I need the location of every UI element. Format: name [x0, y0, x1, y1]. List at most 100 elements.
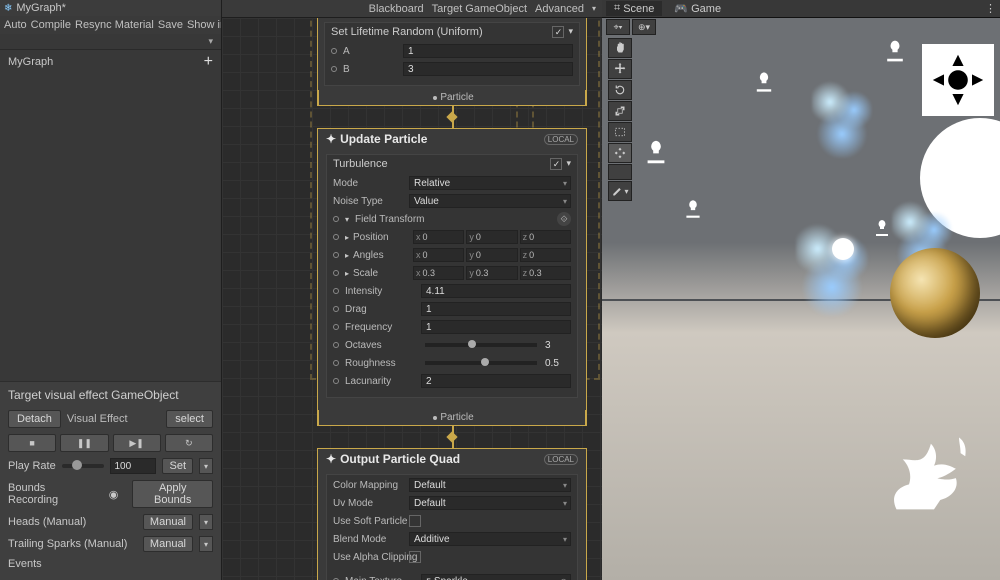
bounds-mode-1-dd[interactable]: ▾	[199, 536, 213, 552]
port[interactable]	[333, 360, 339, 366]
rotate-tool[interactable]	[608, 80, 632, 100]
octaves-value[interactable]: 3	[545, 340, 571, 351]
reflection-probe-gizmo[interactable]	[920, 118, 1000, 238]
port[interactable]	[333, 324, 339, 330]
menu-compile[interactable]: Compile	[31, 19, 71, 31]
frequency-field[interactable]: 1	[421, 320, 571, 334]
set-dropdown[interactable]: ▾	[199, 458, 213, 474]
soft-particle-checkbox[interactable]	[409, 515, 421, 527]
port[interactable]	[333, 270, 339, 276]
add-button[interactable]: +	[204, 53, 213, 71]
main-texture-field[interactable]: ꜰSparkle⊙	[421, 574, 571, 580]
node1-title: ✦ Update Particle	[326, 132, 427, 146]
stop-button[interactable]: ■	[8, 434, 56, 452]
menu-save[interactable]: Save	[158, 19, 183, 31]
node-update-particle[interactable]: ✦ Update Particle LOCAL Turbulence ✓▾ Mo…	[317, 128, 587, 426]
lamp-gizmo[interactable]	[884, 430, 984, 520]
graph-name-row[interactable]: MyGraph +	[0, 50, 221, 74]
port[interactable]	[333, 342, 339, 348]
tab-game[interactable]: 🎮Game	[666, 1, 729, 16]
port[interactable]	[333, 234, 339, 240]
menu-resync[interactable]: Resync Material	[75, 19, 154, 31]
window-title: MyGraph*	[16, 2, 66, 14]
detach-button[interactable]: Detach	[8, 410, 61, 428]
chevron-down-icon[interactable]: ▾	[208, 36, 213, 47]
port[interactable]	[331, 66, 337, 72]
scene-render[interactable]	[602, 18, 1000, 580]
bounds-mode-1[interactable]: Manual	[143, 536, 193, 552]
roughness-value[interactable]: 0.5	[545, 358, 571, 369]
custom-tool[interactable]: ▾	[608, 181, 632, 201]
step-button[interactable]: ▶❚	[113, 434, 161, 452]
uv-mode-dropdown[interactable]: Default▾	[409, 496, 571, 510]
light-gizmo[interactable]	[682, 198, 704, 223]
prop-a-value[interactable]: 1	[403, 44, 573, 58]
orientation-gizmo[interactable]	[922, 44, 994, 116]
apply-bounds-button[interactable]: Apply Bounds	[132, 480, 213, 508]
port[interactable]	[333, 378, 339, 384]
port[interactable]	[333, 306, 339, 312]
light-gizmo[interactable]	[872, 218, 892, 241]
light-gizmo[interactable]	[642, 138, 670, 169]
port[interactable]	[333, 252, 339, 258]
view-tabs: ⌗Scene 🎮Game ⋮	[602, 0, 1000, 18]
rect-tool[interactable]	[608, 122, 632, 142]
drag-field[interactable]: 1	[421, 302, 571, 316]
port[interactable]	[333, 288, 339, 294]
scale-tool[interactable]	[608, 101, 632, 121]
play-rate-slider[interactable]	[62, 464, 105, 468]
pivot-toggle[interactable]: ⌖▾	[606, 19, 630, 35]
bounds-mode-0-dd[interactable]: ▾	[199, 514, 213, 530]
window-title-bar: ❄ MyGraph*	[0, 0, 221, 16]
connector-0-1	[317, 106, 587, 128]
roughness-slider[interactable]	[425, 361, 537, 365]
prop-b-value[interactable]: 3	[403, 62, 573, 76]
gold-sphere-object[interactable]	[890, 248, 980, 338]
menu-blackboard[interactable]: Blackboard	[369, 3, 424, 15]
lacunarity-field[interactable]: 2	[421, 374, 571, 388]
record-button[interactable]: ◉	[109, 488, 127, 501]
turbulence-enable-checkbox[interactable]: ✓	[550, 158, 562, 170]
tab-scene[interactable]: ⌗Scene	[606, 1, 662, 16]
light-gizmo[interactable]	[882, 38, 908, 67]
transform-tool[interactable]	[608, 143, 632, 163]
bounds-item-0: Heads (Manual)	[8, 516, 86, 528]
chevron-down-icon[interactable]: ▾	[568, 26, 573, 38]
pause-button[interactable]: ❚❚	[60, 434, 108, 452]
sphere-gizmo[interactable]	[832, 238, 854, 260]
menu-target-go[interactable]: Target GameObject	[432, 3, 527, 15]
alpha-clipping-checkbox[interactable]	[409, 551, 421, 563]
prop-a-label: A	[343, 46, 399, 57]
intensity-field[interactable]: 4.11	[421, 284, 571, 298]
space-toggle[interactable]: ⊕▾	[632, 19, 656, 35]
octaves-slider[interactable]	[425, 343, 537, 347]
set-button[interactable]: Set	[162, 458, 193, 474]
restart-button[interactable]: ↻	[165, 434, 213, 452]
graph-canvas[interactable]: Blackboard Target GameObject Advanced▾ S…	[222, 0, 602, 580]
play-rate-value[interactable]: 100	[110, 458, 156, 474]
port[interactable]	[333, 216, 339, 222]
node2-local-tag: LOCAL	[544, 454, 578, 465]
hand-tool[interactable]	[608, 38, 632, 58]
menu-auto[interactable]: Auto	[4, 19, 27, 31]
uv-mode-label: Uv Mode	[333, 498, 405, 509]
port[interactable]	[331, 48, 337, 54]
blend-mode-dropdown[interactable]: Additive▾	[409, 532, 571, 546]
scene-view[interactable]: ⌗Scene 🎮Game ⋮ ⌖▾ ⊕▾ ▾	[602, 0, 1000, 580]
menu-advanced[interactable]: Advanced	[535, 3, 584, 15]
noise-dropdown[interactable]: Value▾	[409, 194, 571, 208]
node-set-lifetime[interactable]: Set Lifetime Random (Uniform) ✓▾ A1 B3 P…	[317, 18, 587, 106]
mode-dropdown[interactable]: Relative▾	[409, 176, 571, 190]
select-button[interactable]: select	[166, 410, 213, 428]
menu-show[interactable]: Show in Project	[187, 19, 221, 31]
bounds-mode-0[interactable]: Manual	[143, 514, 193, 530]
field-transform-label[interactable]: Field Transform	[355, 214, 427, 225]
link-icon[interactable]: ⟐	[557, 212, 571, 226]
node0-enable-checkbox[interactable]: ✓	[552, 26, 564, 38]
move-tool[interactable]	[608, 59, 632, 79]
color-mapping-dropdown[interactable]: Default▾	[409, 478, 571, 492]
chevron-down-icon[interactable]: ▾	[566, 158, 571, 170]
light-gizmo[interactable]	[752, 70, 776, 97]
menu-icon[interactable]: ⋮	[985, 2, 996, 15]
node-output-particle-quad[interactable]: ✦ Output Particle Quad LOCAL Color Mappi…	[317, 448, 587, 580]
